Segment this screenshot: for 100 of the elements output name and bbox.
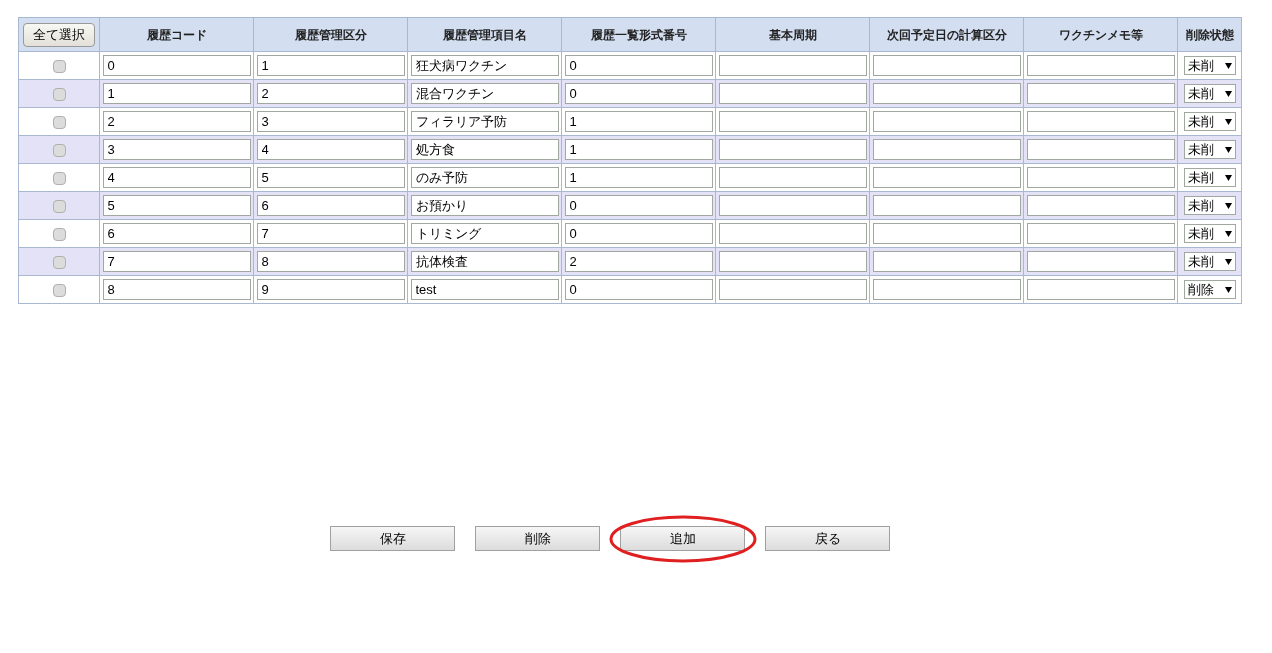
text-field[interactable]: お預かり xyxy=(410,195,559,216)
column-header: 履歴管理区分 xyxy=(253,17,408,52)
text-field[interactable] xyxy=(872,279,1021,300)
column-header: 履歴コード xyxy=(99,17,254,52)
deletion-dropdown[interactable]: 未削 xyxy=(1183,224,1236,243)
text-field[interactable] xyxy=(1026,223,1175,244)
text-field[interactable]: 7 xyxy=(256,223,405,244)
text-field[interactable]: 2 xyxy=(102,111,251,132)
text-field[interactable]: 2 xyxy=(564,251,713,272)
text-field[interactable]: トリミング xyxy=(410,223,559,244)
deletion-dropdown[interactable]: 未削 xyxy=(1183,168,1236,187)
text-field[interactable]: フィラリア予防 xyxy=(410,111,559,132)
column-header: 基本周期 xyxy=(715,17,870,52)
text-field[interactable] xyxy=(872,83,1021,104)
text-field[interactable] xyxy=(718,223,867,244)
text-field[interactable] xyxy=(1026,83,1175,104)
text-field[interactable]: 0 xyxy=(564,195,713,216)
text-field[interactable]: 9 xyxy=(256,279,405,300)
action-button[interactable]: 保存 xyxy=(330,526,455,552)
text-field[interactable] xyxy=(718,167,867,188)
row-checkbox[interactable] xyxy=(52,283,66,297)
text-field[interactable]: test xyxy=(410,279,559,300)
text-field[interactable]: 3 xyxy=(102,139,251,160)
text-field[interactable] xyxy=(718,83,867,104)
deletion-dropdown[interactable]: 未削 xyxy=(1183,56,1236,75)
dropdown-arrow-icon xyxy=(1224,174,1232,181)
row-checkbox[interactable] xyxy=(52,87,66,101)
text-field[interactable]: のみ予防 xyxy=(410,167,559,188)
text-field[interactable] xyxy=(718,139,867,160)
row-checkbox[interactable] xyxy=(52,255,66,269)
dropdown-arrow-icon xyxy=(1224,286,1232,293)
action-button[interactable]: 戻る xyxy=(765,526,890,552)
text-field[interactable] xyxy=(1026,195,1175,216)
text-field[interactable] xyxy=(872,111,1021,132)
text-field[interactable]: 処方食 xyxy=(410,139,559,160)
row-checkbox[interactable] xyxy=(52,227,66,241)
text-field[interactable]: 5 xyxy=(256,167,405,188)
text-field[interactable]: 3 xyxy=(256,111,405,132)
text-field[interactable] xyxy=(1026,251,1175,272)
text-field[interactable]: 2 xyxy=(256,83,405,104)
text-field[interactable] xyxy=(718,251,867,272)
column-header: ワクチンメモ等 xyxy=(1023,17,1178,52)
text-field[interactable] xyxy=(718,55,867,76)
text-field[interactable] xyxy=(872,195,1021,216)
text-field[interactable]: 1 xyxy=(564,167,713,188)
column-header: 削除状態 xyxy=(1177,17,1242,52)
text-field[interactable]: 8 xyxy=(256,251,405,272)
text-field[interactable] xyxy=(872,251,1021,272)
deletion-dropdown[interactable]: 未削 xyxy=(1183,84,1236,103)
column-header: 次回予定日の計算区分 xyxy=(869,17,1024,52)
text-field[interactable]: 1 xyxy=(256,55,405,76)
text-field[interactable]: 1 xyxy=(564,111,713,132)
row-checkbox[interactable] xyxy=(52,59,66,73)
text-field[interactable]: 1 xyxy=(564,139,713,160)
text-field[interactable] xyxy=(872,167,1021,188)
text-field[interactable] xyxy=(1026,139,1175,160)
column-header: 履歴一覧形式番号 xyxy=(561,17,716,52)
row-checkbox[interactable] xyxy=(52,199,66,213)
text-field[interactable]: 0 xyxy=(564,279,713,300)
text-field[interactable] xyxy=(718,279,867,300)
text-field[interactable]: 4 xyxy=(256,139,405,160)
dropdown-arrow-icon xyxy=(1224,202,1232,209)
text-field[interactable]: 0 xyxy=(564,83,713,104)
action-button[interactable]: 削除 xyxy=(475,526,600,552)
dropdown-arrow-icon xyxy=(1224,62,1232,69)
text-field[interactable]: 混合ワクチン xyxy=(410,83,559,104)
text-field[interactable]: 狂犬病ワクチン xyxy=(410,55,559,76)
text-field[interactable]: 7 xyxy=(102,251,251,272)
text-field[interactable] xyxy=(1026,111,1175,132)
deletion-dropdown[interactable]: 未削 xyxy=(1183,140,1236,159)
text-field[interactable] xyxy=(872,55,1021,76)
deletion-dropdown[interactable]: 未削 xyxy=(1183,112,1236,131)
dropdown-arrow-icon xyxy=(1224,118,1232,125)
text-field[interactable] xyxy=(1026,279,1175,300)
text-field[interactable]: 6 xyxy=(256,195,405,216)
text-field[interactable]: 0 xyxy=(564,223,713,244)
text-field[interactable] xyxy=(1026,55,1175,76)
text-field[interactable] xyxy=(872,139,1021,160)
text-field[interactable]: 4 xyxy=(102,167,251,188)
row-checkbox[interactable] xyxy=(52,143,66,157)
text-field[interactable]: 8 xyxy=(102,279,251,300)
row-checkbox[interactable] xyxy=(52,115,66,129)
dropdown-arrow-icon xyxy=(1224,90,1232,97)
select-all-button[interactable]: 全て選択 xyxy=(23,22,95,47)
text-field[interactable] xyxy=(1026,167,1175,188)
text-field[interactable]: 0 xyxy=(564,55,713,76)
deletion-dropdown[interactable]: 未削 xyxy=(1183,252,1236,271)
dropdown-arrow-icon xyxy=(1224,258,1232,265)
text-field[interactable]: 6 xyxy=(102,223,251,244)
text-field[interactable] xyxy=(718,111,867,132)
text-field[interactable] xyxy=(872,223,1021,244)
deletion-dropdown[interactable]: 削除 xyxy=(1183,280,1236,299)
text-field[interactable]: 抗体検査 xyxy=(410,251,559,272)
action-button[interactable]: 追加 xyxy=(620,526,745,552)
text-field[interactable]: 5 xyxy=(102,195,251,216)
text-field[interactable] xyxy=(718,195,867,216)
deletion-dropdown[interactable]: 未削 xyxy=(1183,196,1236,215)
text-field[interactable]: 1 xyxy=(102,83,251,104)
text-field[interactable]: 0 xyxy=(102,55,251,76)
row-checkbox[interactable] xyxy=(52,171,66,185)
